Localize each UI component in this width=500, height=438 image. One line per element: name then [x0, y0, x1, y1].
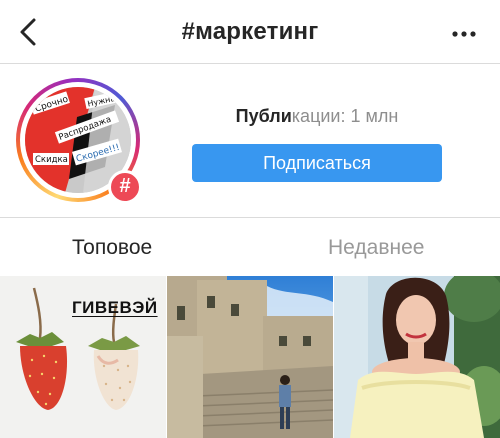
page-title: #маркетинг	[181, 18, 319, 45]
post-caption-giveaway: ГИВЕВЭЙ	[72, 298, 158, 317]
hashtag-avatar[interactable]: Срочно Нужна Распродажа Скидка Скорее!!!	[16, 78, 142, 204]
post-thumbnail-castle[interactable]	[167, 276, 333, 438]
post-thumbnail-woman[interactable]	[334, 276, 500, 438]
more-horizontal-icon[interactable]	[452, 31, 476, 37]
top-bar: #маркетинг	[0, 0, 500, 64]
sticker-4: Скидка	[33, 153, 69, 165]
post-thumbnail-strawberries[interactable]: ГИВЕВЭЙ	[0, 276, 166, 438]
posts-count-light: кации: 1 млн	[291, 106, 399, 126]
svg-text:Скидка: Скидка	[35, 155, 68, 165]
tab-bar: Топовое Недавнее	[0, 218, 500, 276]
hashtag-header: Срочно Нужна Распродажа Скидка Скорее!!!	[0, 64, 500, 218]
follow-button[interactable]: Подписаться	[192, 144, 442, 182]
posts-count-bold: Публи	[235, 106, 292, 126]
tab-top[interactable]: Топовое	[72, 236, 152, 260]
tab-recent[interactable]: Недавнее	[328, 236, 424, 260]
posts-count: Публикации: 1 млн	[192, 106, 442, 127]
hashtag-badge-icon: #	[108, 170, 142, 204]
post-grid: ГИВЕВЭЙ	[0, 276, 500, 438]
